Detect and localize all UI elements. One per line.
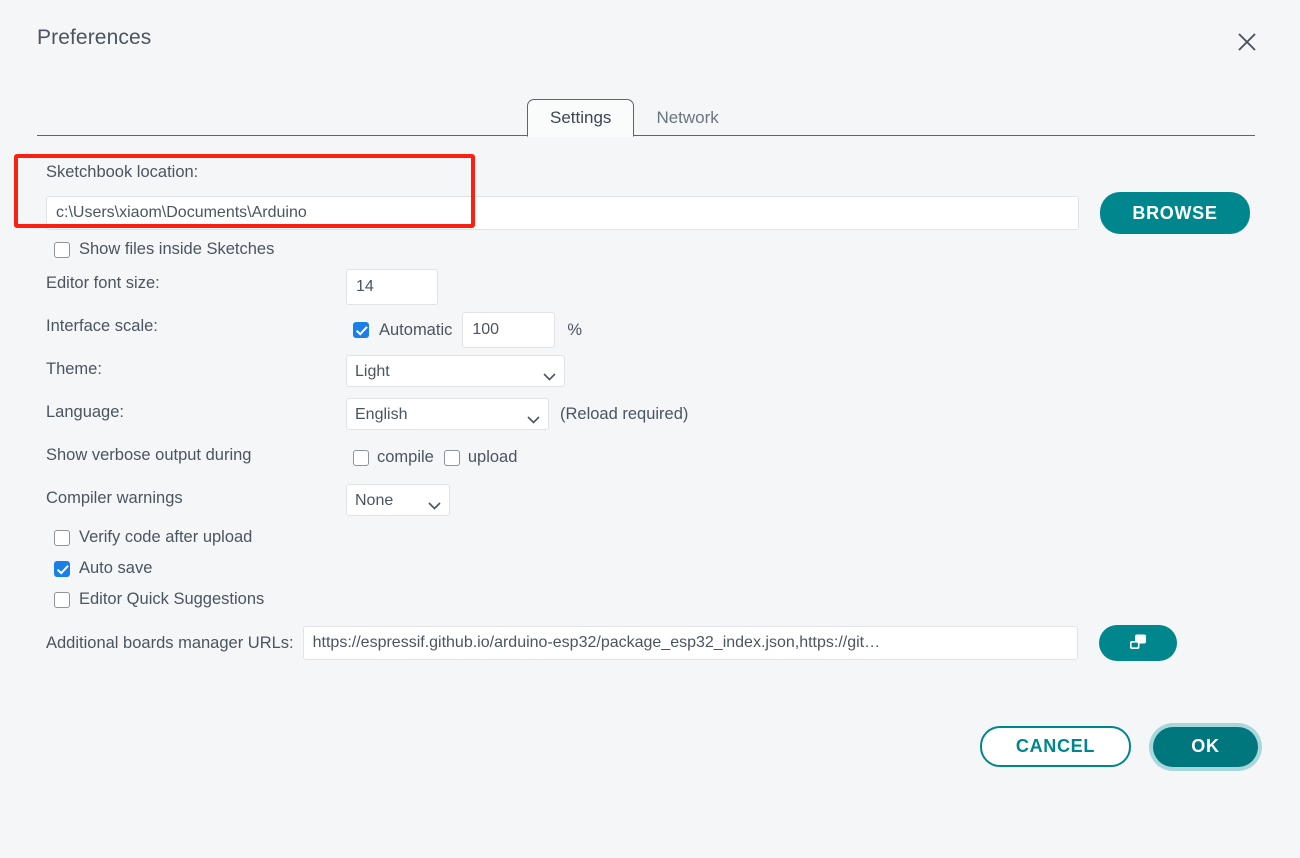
compiler-warnings-label-wrap: Compiler warnings: [46, 489, 183, 508]
auto-save-checkbox[interactable]: [54, 560, 70, 577]
sketchbook-location-label-row: Sketchbook location:: [46, 163, 198, 182]
verbose-compile-label[interactable]: compile: [377, 448, 434, 467]
compiler-warnings-label: Compiler warnings: [46, 489, 183, 507]
additional-urls-expand-button[interactable]: [1098, 625, 1177, 661]
verify-code-after-upload-label[interactable]: Verify code after upload: [79, 528, 252, 547]
ok-button[interactable]: OK: [1153, 726, 1258, 767]
interface-scale-input[interactable]: [462, 312, 556, 348]
language-select[interactable]: English: [346, 398, 549, 430]
dialog-actions: CANCEL OK: [980, 726, 1258, 767]
verbose-upload-label[interactable]: upload: [468, 448, 518, 467]
close-button[interactable]: [1232, 27, 1262, 57]
editor-quick-suggestions-checkbox[interactable]: [54, 591, 70, 608]
editor-quick-suggestions-label[interactable]: Editor Quick Suggestions: [79, 590, 264, 609]
editor-font-size-label-wrap: Editor font size:: [46, 274, 160, 293]
show-files-inside-sketches-label[interactable]: Show files inside Sketches: [79, 240, 274, 259]
additional-urls-row: Additional boards manager URLs:: [46, 625, 1177, 661]
interface-scale-controls: Automatic %: [353, 312, 582, 348]
auto-save-row: Auto save: [54, 559, 152, 578]
interface-scale-label: Interface scale:: [46, 317, 158, 335]
compiler-warnings-select[interactable]: None: [346, 484, 450, 516]
theme-label-wrap: Theme:: [46, 360, 102, 379]
compiler-warnings-select-wrap: None: [346, 484, 450, 516]
browse-button[interactable]: BROWSE: [1100, 192, 1250, 234]
verbose-output-label: Show verbose output during: [46, 446, 252, 464]
tab-network[interactable]: Network: [634, 100, 740, 136]
theme-label: Theme:: [46, 360, 102, 378]
page-title: Preferences: [37, 26, 152, 49]
editor-quick-suggestions-row: Editor Quick Suggestions: [54, 590, 264, 609]
theme-select[interactable]: Light: [346, 355, 565, 387]
verify-code-after-upload-row: Verify code after upload: [54, 528, 252, 547]
additional-urls-label: Additional boards manager URLs:: [46, 633, 294, 652]
interface-scale-unit: %: [567, 320, 583, 339]
sketchbook-location-row: BROWSE: [46, 192, 1250, 234]
verbose-upload-checkbox[interactable]: [443, 449, 460, 466]
language-controls: English (Reload required): [346, 398, 688, 430]
show-files-inside-sketches-checkbox[interactable]: [54, 241, 70, 258]
auto-save-label[interactable]: Auto save: [79, 559, 152, 578]
additional-urls-input[interactable]: [302, 626, 1078, 660]
verbose-compile-checkbox[interactable]: [353, 449, 369, 466]
verbose-output-label-wrap: Show verbose output during: [46, 446, 251, 465]
tab-bar: Settings Network: [37, 94, 1255, 137]
theme-select-wrap: Light: [346, 355, 565, 387]
tab-settings[interactable]: Settings: [527, 99, 635, 137]
verify-code-after-upload-checkbox[interactable]: [54, 529, 70, 546]
tab-settings-label: Settings: [550, 108, 612, 127]
editor-font-size-input-wrap: [346, 269, 438, 305]
verbose-output-controls: compile upload: [353, 448, 517, 467]
language-reload-note: (Reload required): [560, 404, 689, 423]
interface-scale-automatic-label[interactable]: Automatic: [379, 321, 452, 340]
language-label: Language:: [46, 403, 124, 421]
close-icon: [1236, 31, 1258, 53]
open-in-window-icon: [1127, 632, 1149, 655]
tab-network-label: Network: [656, 108, 719, 127]
sketchbook-location-input[interactable]: [46, 196, 1079, 230]
editor-font-size-label: Editor font size:: [46, 274, 160, 292]
language-label-wrap: Language:: [46, 403, 124, 422]
cancel-button[interactable]: CANCEL: [980, 726, 1131, 767]
interface-scale-label-wrap: Interface scale:: [46, 317, 158, 336]
show-files-inside-sketches-row: Show files inside Sketches: [54, 240, 274, 259]
interface-scale-automatic-checkbox[interactable]: [353, 322, 369, 338]
sketchbook-location-label: Sketchbook location:: [46, 163, 199, 181]
preferences-dialog: Preferences Settings Network Sketchbook …: [0, 0, 1300, 858]
editor-font-size-input[interactable]: [346, 269, 438, 305]
